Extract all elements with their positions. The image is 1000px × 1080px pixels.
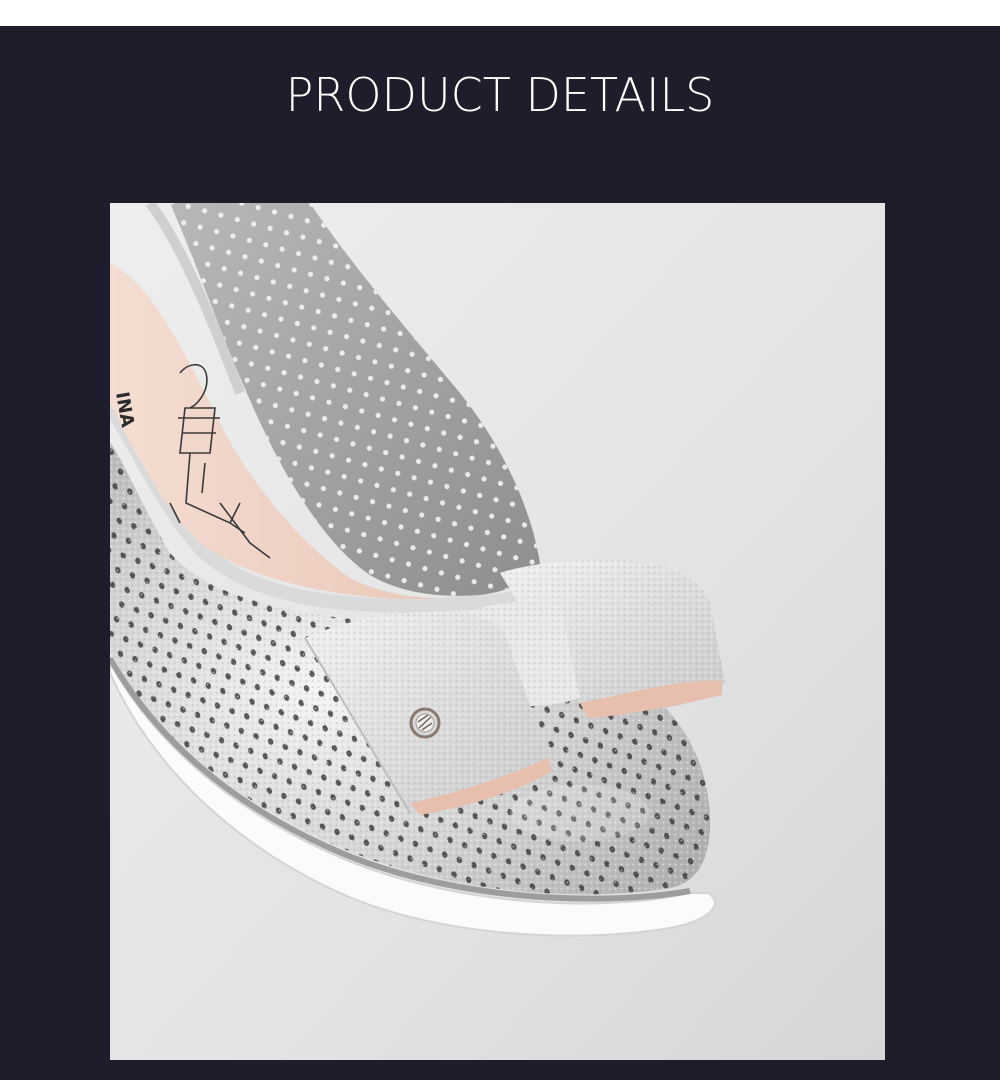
section-title: PRODUCT DETAILS: [285, 68, 715, 122]
top-strip: [0, 0, 1000, 26]
product-photo: INA: [110, 203, 885, 1060]
logo-stud: [409, 707, 441, 739]
